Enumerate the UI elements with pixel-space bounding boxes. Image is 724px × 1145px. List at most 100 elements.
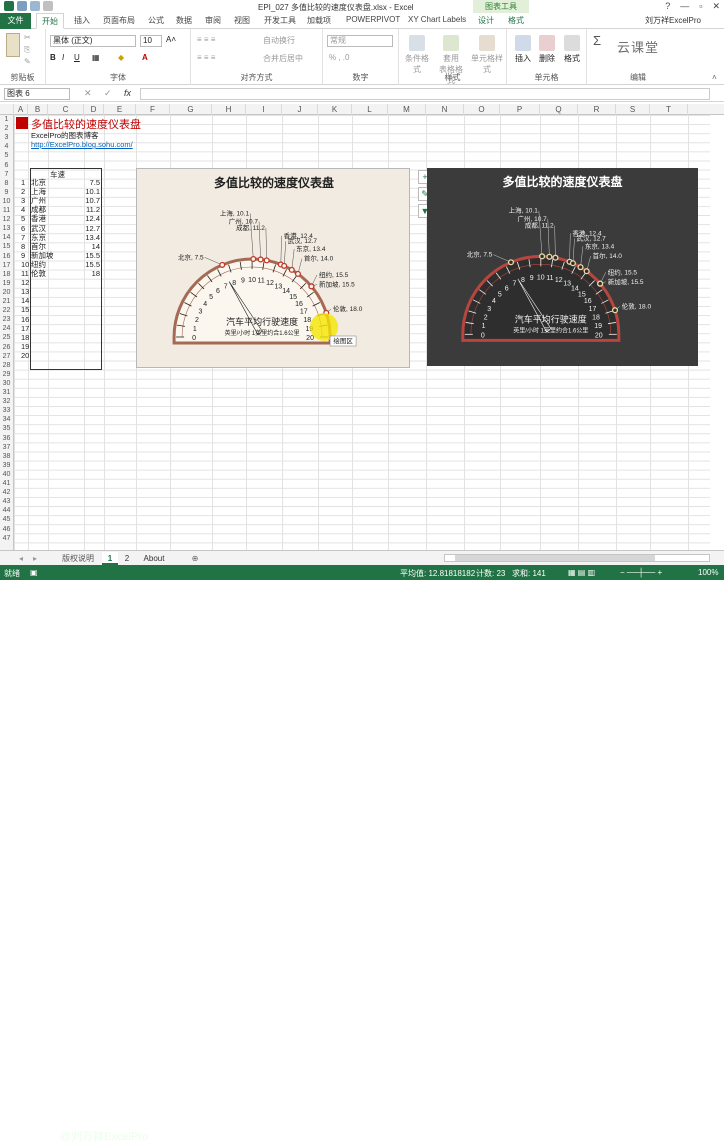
format-cells-button[interactable]: 格式 [562,35,582,64]
tab-review[interactable]: 审阅 [205,15,221,26]
underline-icon[interactable]: U [74,53,80,62]
table-row[interactable]: 1 北京 7.5 [21,178,101,187]
row-header[interactable]: 47 [0,534,13,543]
column-header[interactable]: C [48,104,84,115]
column-header[interactable]: T [650,104,688,115]
row-header[interactable]: 39 [0,461,13,470]
column-header[interactable]: M [388,104,426,115]
table-row[interactable]: 13 [21,287,101,296]
row-header[interactable]: 38 [0,452,13,461]
table-row[interactable]: 7 东京 13.4 [21,233,101,242]
macro-record-icon[interactable]: ▣ [30,568,38,577]
tab-formulas[interactable]: 公式 [148,15,164,26]
format-painter-icon[interactable]: ✎ [24,57,31,66]
row-header[interactable]: 35 [0,424,13,433]
column-header[interactable]: D [84,104,104,115]
row-header[interactable]: 14 [0,233,13,242]
table-row[interactable]: 19 [21,342,101,351]
row-header[interactable]: 2 [0,124,13,133]
gauge-chart-dark[interactable]: 多值比较的速度仪表盘 0 1 2 3 4 5 6 7 8 9 10 11 12 13 14 15 16 17 18 19… [427,168,698,366]
row-header[interactable]: 20 [0,288,13,297]
row-header[interactable]: 42 [0,488,13,497]
row-header[interactable]: 31 [0,388,13,397]
row-header[interactable]: 21 [0,297,13,306]
bold-icon[interactable]: B [50,53,56,62]
row-header[interactable]: 4 [0,142,13,151]
row-header[interactable]: 7 [0,170,13,179]
row-header[interactable]: 24 [0,324,13,333]
insert-function-icon[interactable]: fx [124,88,131,98]
table-row[interactable]: 10 纽约 15.5 [21,260,101,269]
tab-addins[interactable]: 加载项 [307,15,331,26]
enter-icon[interactable]: ✓ [104,88,112,99]
row-header[interactable]: 29 [0,370,13,379]
column-header[interactable]: H [212,104,246,115]
name-box[interactable]: 图表 6 [4,88,70,100]
table-row[interactable]: 3 广州 10.7 [21,196,101,205]
cell-styles-button[interactable]: 单元格样式 [469,35,505,75]
row-header[interactable]: 28 [0,361,13,370]
table-row[interactable]: 11 伦敦 18 [21,269,101,278]
zoom-level[interactable]: 100% [698,568,718,577]
row-header[interactable]: 45 [0,515,13,524]
minimize-icon[interactable]: — [680,1,689,12]
column-header[interactable]: J [282,104,318,115]
column-header[interactable]: S [616,104,650,115]
column-header[interactable]: P [500,104,540,115]
table-row[interactable]: 12 [21,278,101,287]
column-header[interactable]: A [14,104,28,115]
column-header[interactable]: K [318,104,352,115]
table-row[interactable]: 17 [21,324,101,333]
formula-input[interactable] [140,88,710,100]
row-header[interactable]: 10 [0,197,13,206]
tab-design[interactable]: 设计 [478,15,494,26]
italic-icon[interactable]: I [62,53,64,62]
prev-sheet-icon[interactable]: ◂ [16,552,26,565]
row-header[interactable]: 25 [0,333,13,342]
row-header[interactable]: 43 [0,497,13,506]
blog-link[interactable]: http://ExcelPro.blog.sohu.com/ [31,140,133,149]
row-header[interactable]: 41 [0,479,13,488]
table-row[interactable]: 20 [21,351,101,360]
insert-cells-button[interactable]: 插入 [513,35,533,64]
row-header[interactable]: 46 [0,525,13,534]
row-header[interactable]: 44 [0,506,13,515]
border-icon[interactable]: ▦ [92,53,100,62]
help-icon[interactable]: ? [665,1,670,12]
table-row[interactable]: 6 武汉 12.7 [21,224,101,233]
cut-icon[interactable]: ✂ [24,33,31,42]
cancel-icon[interactable]: ✕ [84,88,92,99]
table-row[interactable]: 16 [21,315,101,324]
font-color-icon[interactable]: A [142,53,148,62]
tab-view[interactable]: 视图 [234,15,250,26]
close-icon[interactable]: ✕ [712,1,720,12]
merge-center-button[interactable]: 合并后居中 [263,53,303,64]
row-header[interactable]: 17 [0,261,13,270]
sheet-tab-2[interactable]: 2 [120,552,134,565]
collapse-ribbon-icon[interactable]: ˄ [712,73,717,82]
row-header[interactable]: 1 [0,115,13,124]
save-icon[interactable] [17,1,27,11]
tab-xy-chart-labels[interactable]: XY Chart Labels [408,15,466,24]
percent-icon[interactable]: % , .0 [329,53,349,62]
table-row[interactable]: 8 首尔 14 [21,242,101,251]
select-all-corner[interactable] [0,104,14,115]
column-header[interactable]: E [104,104,136,115]
tab-page-layout[interactable]: 页面布局 [103,15,135,26]
new-sheet-icon[interactable]: ⊕ [188,552,202,565]
column-header[interactable]: R [578,104,616,115]
align-left-icon[interactable]: ≡ ≡ ≡ [197,53,215,62]
row-header[interactable]: 33 [0,406,13,415]
gauge-chart-light[interactable]: 多值比较的速度仪表盘 0 1 2 3 4 5 6 7 8 9 10 11 12 13 14 15 16 17 18 19… [136,168,410,368]
sheet-tab-copyright[interactable]: 版权说明 [56,552,100,565]
row-header[interactable]: 9 [0,188,13,197]
row-header[interactable]: 30 [0,379,13,388]
table-row[interactable]: 14 [21,296,101,305]
table-row[interactable]: 2 上海 10.1 [21,187,101,196]
column-header[interactable]: Q [540,104,578,115]
font-size-select[interactable]: 10 [140,35,162,47]
redo-icon[interactable] [43,1,53,11]
row-header[interactable]: 13 [0,224,13,233]
column-header[interactable]: O [464,104,500,115]
row-header[interactable]: 34 [0,415,13,424]
